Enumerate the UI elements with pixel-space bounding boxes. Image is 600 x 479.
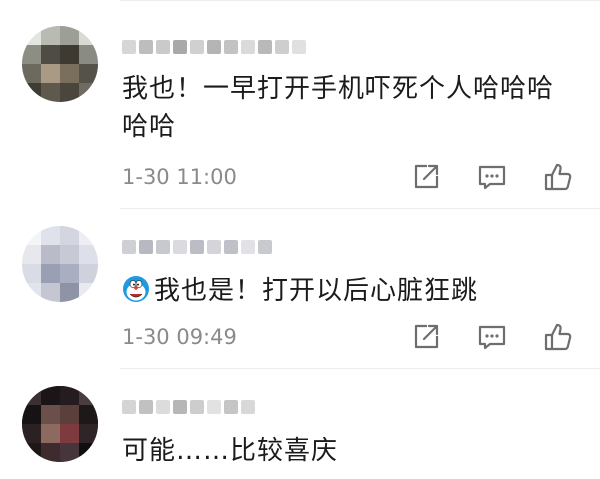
- pixelated-avatar-image: [22, 26, 98, 102]
- comment-item: ▓▓▓▓▓▓ 我也是！打开以后心脏狂跳 1-30 09:49: [0, 208, 600, 368]
- reply-button[interactable]: [476, 161, 508, 193]
- share-button[interactable]: [410, 161, 442, 193]
- comment-text: 我也是！打开以后心脏狂跳: [122, 272, 572, 310]
- comment-item: ▓▓▓▓▓ 可能……比较喜庆: [0, 368, 600, 479]
- avatar[interactable]: [22, 226, 98, 302]
- avatar[interactable]: [22, 26, 98, 102]
- username[interactable]: ▓▓▓▓▓▓▓: [122, 36, 306, 58]
- pixelated-avatar-image: [22, 226, 98, 302]
- comment-text-body: 我也是！打开以后心脏狂跳: [154, 276, 479, 306]
- share-icon: [414, 324, 439, 349]
- comment-item: ▓▓▓▓▓▓▓ 我也！一早打开手机吓死个人哈哈哈哈哈 1-30 11:00: [0, 0, 600, 208]
- share-icon: [414, 164, 439, 189]
- comment-text: 可能……比较喜庆: [122, 436, 339, 466]
- share-button[interactable]: [410, 321, 442, 353]
- doraemon-emoji: [123, 276, 149, 302]
- comment-timestamp: 1-30 11:00: [122, 165, 237, 189]
- like-button[interactable]: [542, 321, 574, 353]
- reply-button[interactable]: [476, 321, 508, 353]
- comment-timestamp: 1-30 09:49: [122, 325, 237, 349]
- comment-text: 我也！一早打开手机吓死个人哈哈哈哈哈: [122, 74, 555, 142]
- thumbs-up-icon: [544, 163, 572, 191]
- comment-reply-icon: [478, 325, 506, 350]
- pixelated-avatar-image: [22, 386, 98, 462]
- username[interactable]: ▓▓▓▓▓: [122, 396, 255, 418]
- comment-actions: [410, 161, 574, 193]
- comment-reply-icon: [478, 165, 506, 190]
- thumbs-up-icon: [544, 323, 572, 351]
- comment-actions: [410, 321, 574, 353]
- username[interactable]: ▓▓▓▓▓▓: [122, 236, 272, 258]
- avatar[interactable]: [22, 386, 98, 462]
- like-button[interactable]: [542, 161, 574, 193]
